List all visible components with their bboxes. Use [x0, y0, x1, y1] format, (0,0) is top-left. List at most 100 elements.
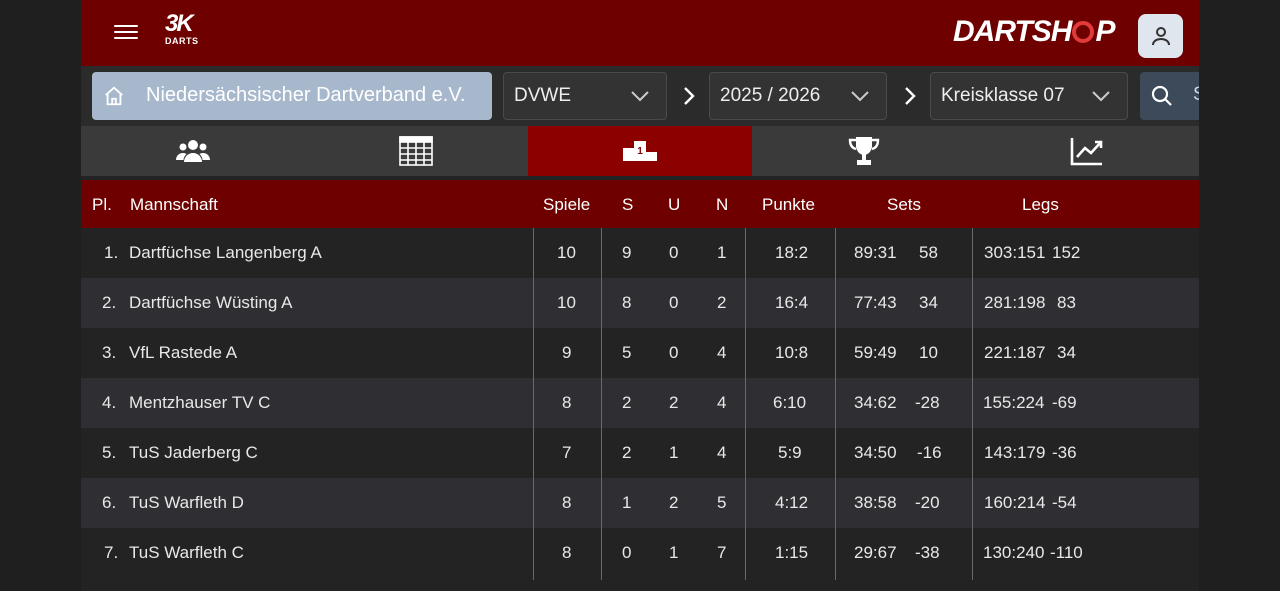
calendar-grid-icon: [399, 136, 434, 166]
row-legs-diff: -110: [1050, 543, 1083, 562]
row-sets: 77:43: [854, 293, 897, 312]
3k-darts-logo[interactable]: 3K DARTS: [165, 12, 209, 47]
table-row[interactable]: 1. Dartfüchse Langenberg A 10 9 0 1 18:2…: [81, 228, 1199, 278]
row-legs: 130:240: [983, 543, 1045, 562]
column-divider: [533, 228, 534, 580]
table-row[interactable]: 6. TuS Warfleth D 8 1 2 5 4:12 38:58 -20…: [81, 478, 1199, 528]
federation-selector[interactable]: Niedersächsischer Dartverband e.V.: [92, 72, 492, 120]
row-wins: 2: [622, 393, 632, 412]
row-losses: 1: [717, 243, 727, 262]
row-draws: 0: [669, 343, 679, 362]
row-draws: 1: [669, 443, 679, 462]
table-row[interactable]: 5. TuS Jaderberg C 7 2 1 4 5:9 34:50 -16…: [81, 428, 1199, 478]
row-team: Dartfüchse Langenberg A: [129, 243, 322, 262]
row-sets: 34:62: [854, 393, 897, 412]
row-place: 6.: [102, 493, 117, 512]
row-sets-diff: -28: [915, 393, 940, 412]
federation-label: Niedersächsischer Dartverband e.V.: [146, 84, 466, 106]
row-draws: 0: [669, 243, 679, 262]
row-sets: 38:58: [854, 493, 897, 512]
row-team: Mentzhauser TV C: [129, 393, 271, 412]
hamburger-menu-icon[interactable]: [114, 22, 138, 44]
row-legs: 281:198: [984, 293, 1046, 312]
row-sets: 29:67: [854, 543, 897, 562]
home-icon: [105, 86, 123, 106]
standings-table-header: Pl. Mannschaft Spiele S U N Punkte Sets …: [81, 180, 1199, 228]
season-dropdown[interactable]: 2025 / 2026: [709, 72, 887, 120]
row-place: 2.: [102, 293, 117, 312]
header-draws: U: [668, 195, 681, 214]
row-legs-diff: -54: [1052, 493, 1077, 512]
header-team: Mannschaft: [130, 195, 218, 214]
tab-teams[interactable]: [81, 126, 305, 176]
season-value: 2025 / 2026: [720, 85, 821, 106]
logo-subtext: DARTS: [165, 36, 199, 46]
row-sets-diff: -20: [915, 493, 940, 512]
row-wins: 8: [622, 293, 632, 312]
row-games: 8: [562, 493, 572, 512]
table-row[interactable]: 7. TuS Warfleth C 8 0 1 7 1:15 29:67 -38…: [81, 528, 1199, 578]
row-losses: 7: [717, 543, 727, 562]
row-wins: 5: [622, 343, 632, 362]
header-games: Spiele: [543, 195, 591, 214]
team-icon: [175, 140, 210, 162]
app-frame: 3K DARTS DARTSH P Niedersächsischer Dartv…: [81, 0, 1199, 591]
region-dropdown[interactable]: DVWE: [503, 72, 667, 120]
row-wins: 1: [622, 493, 632, 512]
chevron-right-icon: [905, 87, 916, 105]
dartshop-logo-text: DARTSH: [953, 15, 1072, 48]
header-sets: Sets: [887, 195, 922, 214]
search-button[interactable]: S: [1140, 72, 1199, 120]
dartshop-logo[interactable]: DARTSH P: [953, 14, 1118, 50]
row-team: TuS Jaderberg C: [129, 443, 258, 462]
table-row[interactable]: 2. Dartfüchse Wüsting A 10 8 0 2 16:4 77…: [81, 278, 1199, 328]
row-losses: 4: [717, 393, 727, 412]
row-games: 8: [562, 393, 572, 412]
row-wins: 2: [622, 443, 632, 462]
tab-schedule[interactable]: [305, 126, 529, 176]
row-losses: 5: [717, 493, 727, 512]
row-sets-diff: 34: [919, 293, 938, 312]
row-draws: 0: [669, 293, 679, 312]
row-draws: 2: [669, 493, 679, 512]
row-legs-diff: -69: [1052, 393, 1077, 412]
row-legs-diff: 152: [1052, 243, 1081, 262]
trophy-icon: [848, 137, 879, 165]
chevron-down-icon: [851, 91, 869, 102]
row-draws: 1: [669, 543, 679, 562]
row-legs: 143:179: [984, 443, 1046, 462]
row-draws: 2: [669, 393, 679, 412]
tab-standings[interactable]: 1: [528, 126, 752, 176]
search-label: S: [1193, 84, 1199, 106]
column-divider: [745, 228, 746, 580]
dartshop-logo-end: P: [1095, 15, 1115, 48]
row-team: Dartfüchse Wüsting A: [129, 293, 293, 312]
row-place: 4.: [102, 393, 117, 412]
row-wins: 0: [622, 543, 632, 562]
table-row[interactable]: 4. Mentzhauser TV C 8 2 2 4 6:10 34:62 -…: [81, 378, 1199, 428]
chart-icon: [1070, 138, 1103, 166]
header-points: Punkte: [762, 195, 815, 214]
row-points: 18:2: [775, 243, 809, 262]
row-legs: 303:151: [984, 243, 1046, 262]
column-divider: [601, 228, 602, 580]
table-row[interactable]: 3. VfL Rastede A 9 5 0 4 10:8 59:49 10 2…: [81, 328, 1199, 378]
row-points: 5:9: [778, 443, 802, 462]
row-legs: 160:214: [984, 493, 1046, 512]
row-sets-diff: 10: [919, 343, 938, 362]
row-losses: 4: [717, 343, 727, 362]
header-losses: N: [716, 195, 729, 214]
tab-statistics[interactable]: [975, 126, 1199, 176]
row-legs-diff: 34: [1057, 343, 1076, 362]
row-wins: 9: [622, 243, 632, 262]
league-dropdown[interactable]: Kreisklasse 07: [930, 72, 1128, 120]
row-team: TuS Warfleth C: [129, 543, 244, 562]
podium-icon: 1: [622, 141, 657, 161]
row-games: 9: [562, 343, 572, 362]
row-games: 10: [557, 243, 576, 262]
tab-cup[interactable]: [752, 126, 976, 176]
top-bar: 3K DARTS DARTSH P: [81, 0, 1199, 66]
search-icon: [1151, 85, 1172, 106]
user-account-button[interactable]: [1138, 14, 1183, 58]
row-team: VfL Rastede A: [129, 343, 238, 362]
